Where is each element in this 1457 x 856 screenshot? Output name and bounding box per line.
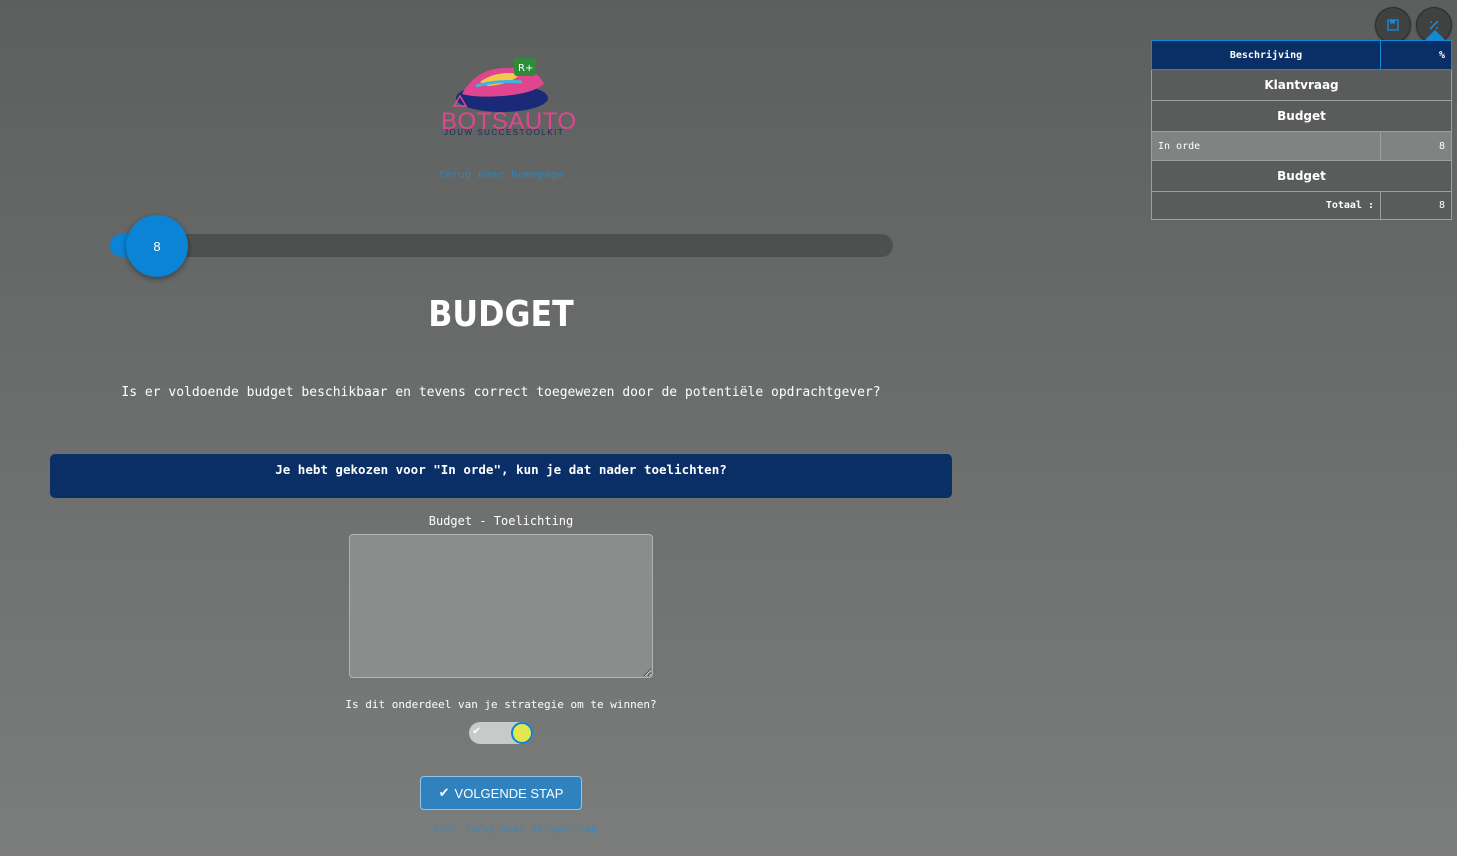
arrow-left-icon: 🡐 <box>432 824 459 835</box>
logo-subtitle: JOUW SUCCESTOOLKIT <box>444 128 565 137</box>
next-step-label: VOLGENDE STAP <box>454 785 564 801</box>
question-text: Is er voldoende budget beschikbaar en te… <box>121 385 881 400</box>
strategy-question: Is dit onderdeel van je strategie om te … <box>345 698 657 711</box>
score-section-title: Klantvraag <box>1151 69 1452 101</box>
explanation-textarea[interactable] <box>349 534 653 678</box>
score-section-title: Budget <box>1151 100 1452 132</box>
svg-text:R+: R+ <box>518 63 533 74</box>
banner-text: Je hebt gekozen voor "In orde", kun je d… <box>275 462 727 477</box>
score-section: Klantvraag <box>1151 69 1452 101</box>
check-icon: ✔ <box>473 723 481 737</box>
home-link[interactable]: terug naar homepage <box>0 168 1002 181</box>
score-section: Budget <box>1151 100 1452 132</box>
score-slider-track[interactable] <box>110 234 893 257</box>
toggle-knob <box>511 722 533 744</box>
save-icon <box>1387 19 1399 31</box>
score-slider-knob[interactable]: 8 <box>126 215 188 277</box>
score-table: Beschrijving % Klantvraag Budget In orde… <box>1151 40 1452 220</box>
score-total-value: 8 <box>1380 191 1452 220</box>
score-header-percent: % <box>1380 40 1452 70</box>
check-icon: ✔ <box>438 785 450 800</box>
score-total-row: Totaal : 8 <box>1151 191 1452 220</box>
score-row: In orde 8 <box>1151 131 1452 161</box>
textarea-label: Budget - Toelichting <box>428 514 574 528</box>
popover-arrow <box>1425 30 1445 40</box>
score-row-value: 8 <box>1380 131 1452 161</box>
save-button[interactable] <box>1375 7 1411 43</box>
explanation-banner: Je hebt gekozen voor "In orde", kun je d… <box>50 454 952 498</box>
score-section-title: Budget <box>1151 160 1452 192</box>
score-total-label: Totaal : <box>1151 191 1381 220</box>
previous-step-label: terug naar vorige stap <box>464 824 598 835</box>
score-row-label: In orde <box>1151 131 1381 161</box>
score-header-description: Beschrijving <box>1151 40 1381 70</box>
score-table-header: Beschrijving % <box>1151 40 1452 70</box>
next-step-button[interactable]: ✔ VOLGENDE STAP <box>420 776 582 810</box>
page-title: BUDGET <box>428 294 574 335</box>
previous-step-link[interactable]: 🡐 terug naar vorige stap <box>432 823 597 835</box>
strategy-toggle[interactable]: ✔ <box>469 722 533 744</box>
score-section: Budget <box>1151 160 1452 192</box>
